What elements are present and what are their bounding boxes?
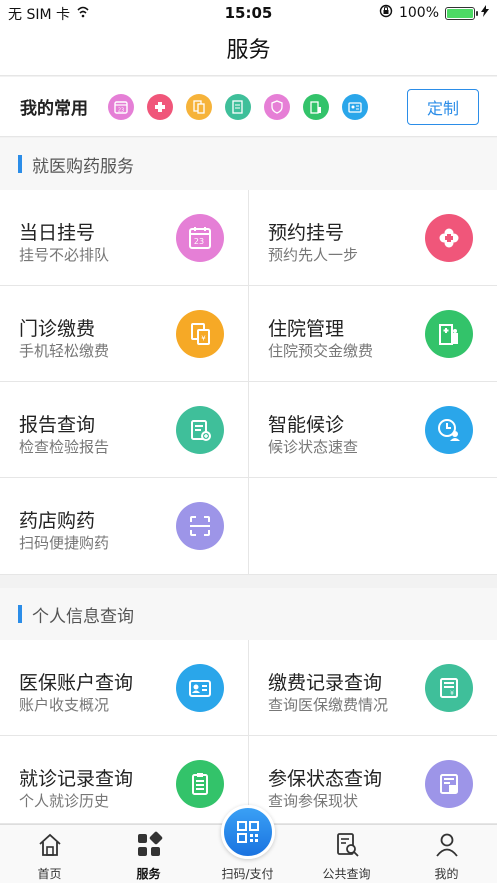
- service-same-day-registration[interactable]: 当日挂号 挂号不必排队 23: [0, 190, 249, 286]
- section-header-medical: 就医购药服务: [0, 138, 497, 190]
- tab-label: 扫码/支付: [221, 867, 274, 881]
- cross-icon[interactable]: [147, 93, 173, 120]
- service-subtitle: 预约先人一步: [268, 246, 359, 264]
- section-title: 个人信息查询: [32, 606, 134, 627]
- receipt-icon: ¥: [425, 664, 473, 712]
- tab-label: 服务: [136, 867, 161, 881]
- service-subtitle: 住院预交金缴费: [268, 342, 374, 360]
- section-accent-bar: [18, 155, 22, 173]
- user-icon: [435, 833, 458, 857]
- section-accent-bar: [18, 605, 22, 623]
- tab-mine[interactable]: 我的: [396, 825, 497, 883]
- service-title: 医保账户查询: [19, 672, 134, 694]
- common-icons: 23: [108, 93, 368, 120]
- service-title: 药店购药: [19, 510, 96, 532]
- scan-pay-button[interactable]: [220, 805, 275, 859]
- service-subtitle: 手机轻松缴费: [19, 342, 110, 360]
- service-title: 参保状态查询: [268, 768, 383, 790]
- calendar-icon[interactable]: 23: [108, 93, 134, 120]
- section-header-personal: 个人信息查询: [0, 588, 497, 640]
- card-icon[interactable]: [342, 93, 368, 120]
- customize-button[interactable]: 定制: [407, 89, 479, 125]
- id-card-icon: [176, 664, 224, 712]
- tab-services[interactable]: 服务: [99, 825, 198, 883]
- grid-icon: [137, 831, 162, 856]
- insurance-doc-icon: [425, 760, 473, 808]
- home-icon: [38, 833, 61, 856]
- service-title: 智能候诊: [268, 414, 345, 436]
- tab-label: 公共查询: [322, 867, 371, 881]
- service-insurance-status-query[interactable]: 参保状态查询 查询参保现状: [249, 736, 497, 824]
- calendar-icon: 23: [176, 214, 224, 262]
- svg-text:23: 23: [194, 237, 204, 246]
- tab-scan-pay[interactable]: 扫码/支付: [198, 805, 297, 883]
- svg-text:23: 23: [118, 107, 124, 113]
- service-title: 当日挂号: [19, 222, 96, 244]
- tab-label: 我的: [434, 867, 459, 881]
- nav-bar: 服务: [0, 26, 497, 76]
- service-title: 门诊缴费: [19, 318, 96, 340]
- service-inpatient-management[interactable]: 住院管理 住院预交金缴费: [249, 286, 497, 382]
- service-title: 预约挂号: [268, 222, 345, 244]
- report-icon[interactable]: [225, 93, 251, 120]
- rotation-lock-icon: [379, 4, 393, 22]
- qr-icon: [236, 821, 259, 843]
- clipboard-icon: [176, 760, 224, 808]
- common-label: 我的常用: [20, 99, 88, 119]
- clock-user-icon: [425, 406, 473, 454]
- service-subtitle: 挂号不必排队: [19, 246, 110, 264]
- hospital-icon: [425, 310, 473, 358]
- shield-icon[interactable]: [264, 93, 290, 120]
- tab-label: 首页: [37, 867, 62, 881]
- battery-icon: [445, 6, 478, 20]
- hospital-icon[interactable]: [303, 93, 329, 120]
- section-title: 就医购药服务: [32, 156, 134, 177]
- common-bar: 我的常用 23 定制: [0, 77, 497, 137]
- medical-service-grid: 当日挂号 挂号不必排队 23 预约挂号 预约先人一步 门诊缴费 手机轻松缴费 ¥…: [0, 190, 497, 575]
- service-subtitle: 检查检验报告: [19, 438, 110, 456]
- tab-bar: 首页 服务 扫码/支付 公共查询 我的: [0, 805, 497, 883]
- search-doc-icon: [336, 833, 359, 857]
- scan-icon: [176, 502, 224, 550]
- service-subtitle: 账户收支概况: [19, 696, 110, 714]
- service-title: 报告查询: [19, 414, 96, 436]
- service-subtitle: 个人就诊历史: [19, 792, 110, 810]
- service-report-query[interactable]: 报告查询 检查检验报告: [0, 382, 249, 478]
- page-title: 服务: [226, 38, 271, 63]
- service-appointment-registration[interactable]: 预约挂号 预约先人一步: [249, 190, 497, 286]
- empty-cell: [249, 478, 497, 575]
- service-smart-waiting[interactable]: 智能候诊 候诊状态速查: [249, 382, 497, 478]
- bill-icon: ¥: [176, 310, 224, 358]
- service-visit-record-query[interactable]: 就诊记录查询 个人就诊历史: [0, 736, 249, 824]
- charging-icon: [481, 5, 489, 21]
- status-right: 100%: [379, 4, 489, 22]
- service-title: 住院管理: [268, 318, 345, 340]
- service-title: 就诊记录查询: [19, 768, 134, 790]
- bill-icon[interactable]: [186, 93, 212, 120]
- service-insurance-account-query[interactable]: 医保账户查询 账户收支概况: [0, 640, 249, 736]
- personal-info-grid: 医保账户查询 账户收支概况 缴费记录查询 查询医保缴费情况 ¥ 就诊记录查询 个…: [0, 640, 497, 824]
- cross-icon: [425, 214, 473, 262]
- service-pharmacy-purchase[interactable]: 药店购药 扫码便捷购药: [0, 478, 249, 575]
- service-payment-record-query[interactable]: 缴费记录查询 查询医保缴费情况 ¥: [249, 640, 497, 736]
- status-bar: 无 SIM 卡 15:05 100%: [0, 0, 497, 26]
- service-subtitle: 扫码便捷购药: [19, 534, 110, 552]
- svg-text:¥: ¥: [450, 690, 454, 697]
- service-outpatient-payment[interactable]: 门诊缴费 手机轻松缴费 ¥: [0, 286, 249, 382]
- battery-percent: 100%: [398, 5, 439, 21]
- service-subtitle: 查询医保缴费情况: [268, 696, 389, 714]
- service-title: 缴费记录查询: [268, 672, 383, 694]
- tab-public-query[interactable]: 公共查询: [297, 825, 396, 883]
- tab-home[interactable]: 首页: [0, 825, 99, 883]
- service-subtitle: 查询参保现状: [268, 792, 359, 810]
- report-icon: [176, 406, 224, 454]
- svg-text:¥: ¥: [201, 335, 206, 343]
- service-subtitle: 候诊状态速查: [268, 438, 359, 456]
